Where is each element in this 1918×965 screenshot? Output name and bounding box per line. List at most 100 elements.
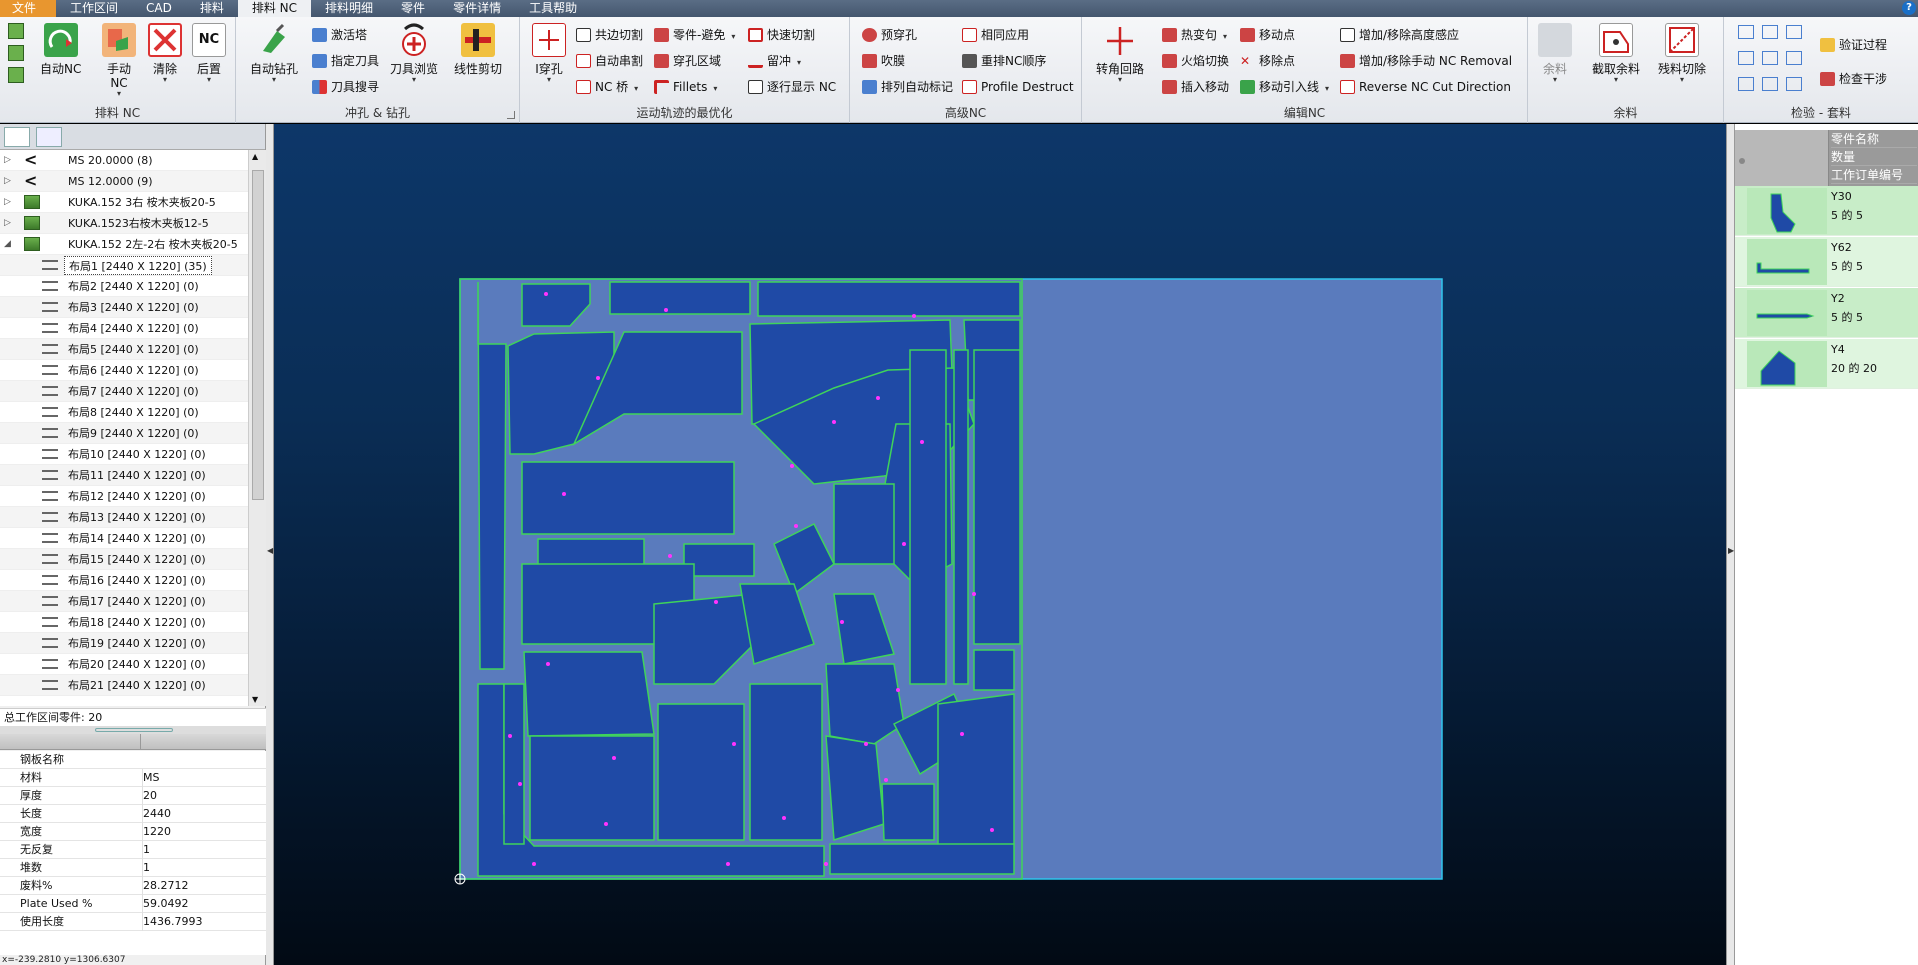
tree-row[interactable]: 布局12 [2440 X 1220] (0): [0, 486, 248, 507]
pierce-point[interactable]: [726, 862, 730, 866]
tree-row[interactable]: 布局2 [2440 X 1220] (0): [0, 276, 248, 297]
menu-tab-nesting-nc[interactable]: 排料 NC: [237, 0, 312, 17]
nested-part[interactable]: [503, 683, 525, 845]
common-cut-button[interactable]: 共边切割: [576, 25, 643, 45]
pierce-point[interactable]: [596, 376, 600, 380]
pierce-point[interactable]: [840, 620, 844, 624]
expand-icon[interactable]: ▷: [4, 213, 11, 234]
nested-part[interactable]: [609, 281, 751, 315]
pierce-point[interactable]: [920, 440, 924, 444]
check-interference-button[interactable]: 检查干涉: [1820, 69, 1887, 89]
tree-row[interactable]: 布局8 [2440 X 1220] (0): [0, 402, 248, 423]
tree-row[interactable]: ▷ KUKA.1523右桉木夹板12-5: [0, 213, 248, 234]
nested-part[interactable]: [973, 649, 1015, 691]
tree-row[interactable]: 布局14 [2440 X 1220] (0): [0, 528, 248, 549]
pierce-point[interactable]: [714, 600, 718, 604]
part-avoid-button[interactable]: 零件-避免 ▾: [654, 25, 735, 45]
nested-part[interactable]: [825, 735, 885, 842]
tree-scrollbar[interactable]: ▲ ▼: [248, 150, 266, 706]
property-row[interactable]: 堆数 1: [0, 859, 266, 877]
check-icon-6[interactable]: [1786, 51, 1802, 65]
hot-change-button[interactable]: 热变句 ▾: [1162, 25, 1227, 45]
expand-icon[interactable]: ▷: [4, 150, 11, 171]
expand-icon[interactable]: ▷: [4, 192, 11, 213]
pierce-point[interactable]: [990, 828, 994, 832]
tool-browse-button[interactable]: 刀具浏览 ▾: [390, 23, 438, 84]
scroll-up-icon[interactable]: ▲: [252, 152, 258, 161]
expand-icon[interactable]: ▷: [4, 171, 11, 192]
check-icon-8[interactable]: [1762, 77, 1778, 91]
insert-move-button[interactable]: 插入移动: [1162, 77, 1229, 97]
pierce-point[interactable]: [562, 492, 566, 496]
pierce-point[interactable]: [664, 308, 668, 312]
pierce-point[interactable]: [912, 314, 916, 318]
tree-row[interactable]: ▷ < MS 12.0000 (9): [0, 171, 248, 192]
property-row[interactable]: Plate Used % 59.0492: [0, 895, 266, 913]
property-value[interactable]: 20: [142, 787, 157, 805]
nested-part[interactable]: [937, 693, 1015, 865]
property-row[interactable]: 废料% 28.2712: [0, 877, 266, 895]
sheet-refresh-icon[interactable]: [8, 45, 24, 61]
property-row[interactable]: 厚度 20: [0, 787, 266, 805]
panel-splitter[interactable]: [0, 726, 266, 734]
help-icon[interactable]: ?: [1902, 1, 1916, 15]
remnant-button[interactable]: 余料 ▾: [1538, 23, 1572, 84]
tree-row[interactable]: 布局10 [2440 X 1220] (0): [0, 444, 248, 465]
tree-row[interactable]: 布局15 [2440 X 1220] (0): [0, 549, 248, 570]
tree-row[interactable]: 布局3 [2440 X 1220] (0): [0, 297, 248, 318]
pierce-point[interactable]: [824, 862, 828, 866]
pierce-point[interactable]: [794, 524, 798, 528]
pierce-point[interactable]: [782, 816, 786, 820]
property-row[interactable]: 宽度 1220: [0, 823, 266, 841]
auto-mark-button[interactable]: 排列自动标记: [862, 77, 953, 97]
pierce-point[interactable]: [604, 822, 608, 826]
menu-tab-nesting-detail[interactable]: 排料明细: [311, 0, 387, 17]
pierce-point[interactable]: [832, 420, 836, 424]
menu-file[interactable]: 文件: [0, 0, 56, 17]
tree-row[interactable]: 布局4 [2440 X 1220] (0): [0, 318, 248, 339]
cut-remnant-button[interactable]: 截取余料 ▾: [1592, 23, 1640, 84]
scroll-down-icon[interactable]: ▼: [252, 695, 258, 704]
property-row[interactable]: 长度 2440: [0, 805, 266, 823]
tree-row[interactable]: 布局18 [2440 X 1220] (0): [0, 612, 248, 633]
part-row[interactable]: Y62 5 的 5: [1735, 237, 1918, 287]
pierce-point[interactable]: [668, 554, 672, 558]
manual-nc-removal-button[interactable]: 增加/移除手动 NC Removal: [1340, 51, 1512, 71]
nested-part[interactable]: [523, 651, 655, 737]
menu-tab-nesting[interactable]: 排料: [186, 0, 238, 17]
property-value[interactable]: 2440: [142, 805, 171, 823]
menu-tab-cad[interactable]: CAD: [132, 0, 186, 17]
property-row[interactable]: 钢板名称: [0, 751, 266, 769]
menu-tab-tools-help[interactable]: 工具帮助: [515, 0, 591, 17]
verify-process-button[interactable]: 验证过程: [1820, 35, 1887, 55]
post-button[interactable]: NC 后置 ▾: [192, 23, 226, 84]
part-row[interactable]: Y2 5 的 5: [1735, 288, 1918, 338]
move-leadin-button[interactable]: 移动引入线 ▾: [1240, 77, 1329, 97]
nested-part[interactable]: [833, 483, 895, 565]
fillets-button[interactable]: Fillets ▾: [654, 77, 717, 97]
property-row[interactable]: 材料 MS: [0, 769, 266, 787]
pierce-point[interactable]: [896, 688, 900, 692]
nested-part[interactable]: [829, 843, 1015, 875]
sheet-list-icon[interactable]: [8, 67, 24, 83]
pierce-point[interactable]: [972, 592, 976, 596]
tab-button[interactable]: 留冲 ▾: [748, 51, 801, 71]
auto-drill-button[interactable]: 自动钻孔 ▾: [250, 23, 298, 84]
pierce-point[interactable]: [546, 662, 550, 666]
tree-row[interactable]: 布局17 [2440 X 1220] (0): [0, 591, 248, 612]
height-sense-button[interactable]: 增加/移除高度感应: [1340, 25, 1459, 45]
nested-part[interactable]: [881, 783, 935, 841]
property-value[interactable]: 1: [142, 859, 150, 877]
nested-part[interactable]: [749, 683, 823, 841]
pierce-point[interactable]: [518, 782, 522, 786]
property-value[interactable]: 59.0492: [142, 895, 189, 913]
tree-row[interactable]: 布局11 [2440 X 1220] (0): [0, 465, 248, 486]
tree-row[interactable]: 布局6 [2440 X 1220] (0): [0, 360, 248, 381]
tree-row[interactable]: ▷ KUKA.152 3右 桉木夹板20-5: [0, 192, 248, 213]
tree-row[interactable]: 布局16 [2440 X 1220] (0): [0, 570, 248, 591]
blow-button[interactable]: 吹膜: [862, 51, 905, 71]
property-row[interactable]: 使用长度 1436.7993: [0, 913, 266, 931]
pierce-point[interactable]: [960, 732, 964, 736]
reorder-nc-button[interactable]: 重排NC顺序: [962, 51, 1046, 71]
tree-row[interactable]: 布局5 [2440 X 1220] (0): [0, 339, 248, 360]
